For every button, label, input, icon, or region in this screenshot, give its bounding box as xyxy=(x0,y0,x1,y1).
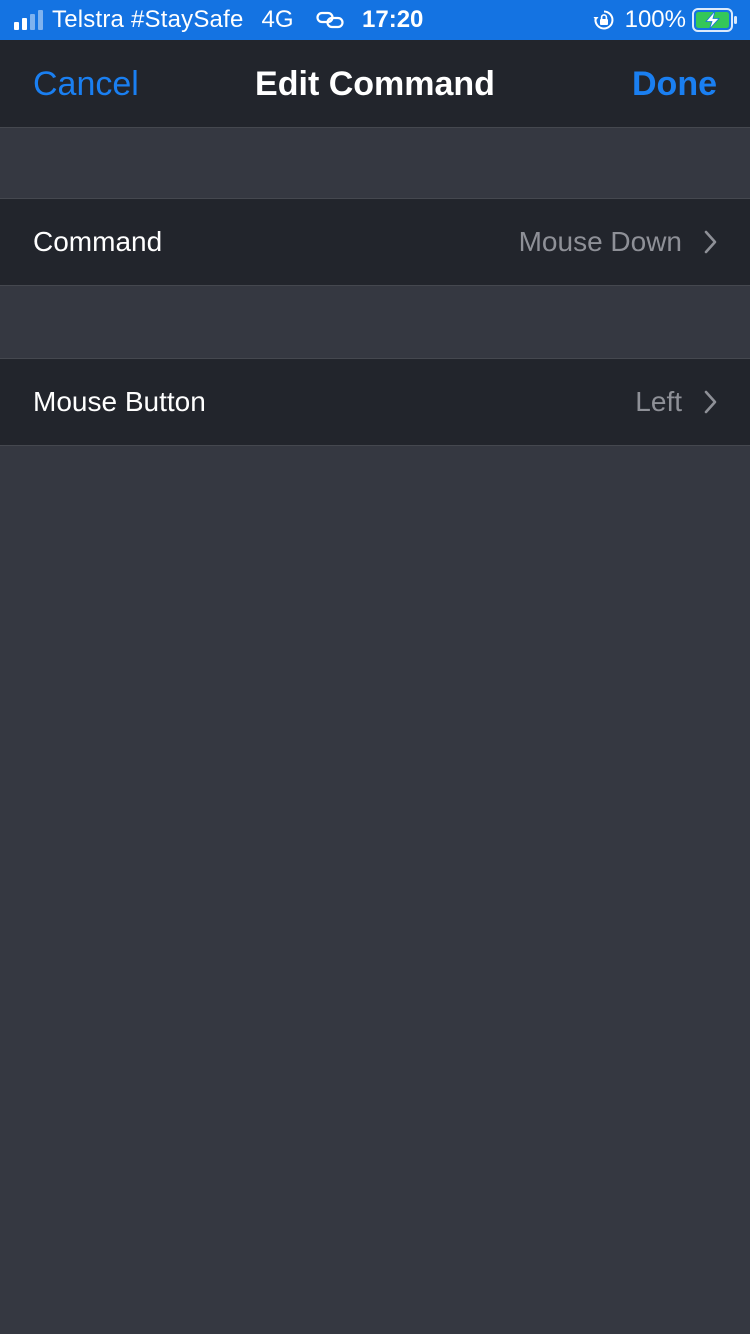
command-value: Mouse Down xyxy=(518,226,682,257)
signal-icon xyxy=(14,10,43,30)
status-time: 17:20 xyxy=(362,6,424,33)
command-label: Command xyxy=(33,226,163,257)
status-right: 100% xyxy=(593,0,738,40)
cancel-button[interactable]: Cancel xyxy=(33,40,139,128)
battery-charging-icon xyxy=(692,8,738,32)
chevron-right-icon xyxy=(704,390,717,414)
battery-percentage: 100% xyxy=(624,6,686,33)
status-left: Telstra #StaySafe 4G xyxy=(14,0,344,40)
command-row[interactable]: Command Mouse Down xyxy=(0,198,750,286)
link-icon xyxy=(315,11,344,29)
done-button[interactable]: Done xyxy=(632,40,717,128)
mouse-button-label: Mouse Button xyxy=(33,386,206,417)
carrier-name: Telstra #StaySafe xyxy=(52,6,244,33)
mouse-button-row[interactable]: Mouse Button Left xyxy=(0,358,750,446)
chevron-right-icon xyxy=(704,230,717,254)
navigation-bar: Cancel Edit Command Done xyxy=(0,40,750,128)
status-bar: Telstra #StaySafe 4G 17:20 100% xyxy=(0,0,750,40)
rotation-lock-icon xyxy=(593,9,615,31)
mouse-button-value: Left xyxy=(635,386,682,417)
network-type: 4G xyxy=(261,6,294,33)
